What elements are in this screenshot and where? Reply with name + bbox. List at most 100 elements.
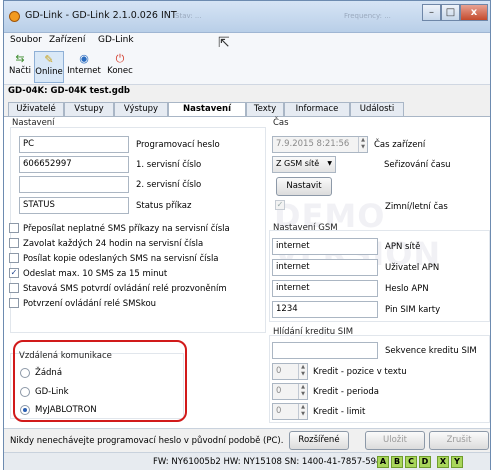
menu-soubor[interactable]: Soubor <box>10 35 42 45</box>
app-window: GD-Link - GD-Link 2.1.0.026 INT Stav: ..… <box>3 0 491 470</box>
checkbox-label: Stavová SMS potvrdí ovládání relé prozvo… <box>23 284 227 294</box>
checkbox-box[interactable] <box>9 298 19 308</box>
checkbox-box[interactable] <box>9 238 19 248</box>
time-sync-value: Z GSM sítě <box>276 159 320 168</box>
checkbox-relay-confirm-sms[interactable]: Potvrzení ovládání relé SMSkou <box>4 298 259 311</box>
indicator-y: Y <box>451 456 463 468</box>
password-warning: Nikdy nenechávejte programovací heslo v … <box>10 436 284 446</box>
spinner-icon[interactable]: ▲ ▼ <box>298 404 307 419</box>
sim-pin-field[interactable]: 1234 <box>272 301 378 318</box>
time-sync-select[interactable]: Z GSM sítě ▼ <box>272 156 336 173</box>
checkbox-box[interactable] <box>9 223 19 233</box>
dst-checkbox: ✓ <box>275 200 285 210</box>
apn-user-label: Uživatel APN <box>385 263 440 273</box>
indicator-x: X <box>437 456 449 468</box>
credit-group-title: Hlídání kreditu SIM <box>273 327 354 337</box>
status-command-field[interactable]: STATUS <box>19 197 129 214</box>
online-icon: ✎ <box>44 53 54 66</box>
background-window-text: Stav: ... <box>175 12 202 20</box>
apn-field[interactable]: internet <box>272 238 378 255</box>
time-sync-label: Seřizování času <box>384 160 451 170</box>
device-info: GD-04K: GD-04K test.gdb <box>4 85 490 99</box>
credit-sequence-field[interactable] <box>272 342 378 359</box>
exit-icon: ⏻ <box>115 52 125 65</box>
settings-group-title: Nastavení <box>12 118 55 128</box>
time-group-title: Čas <box>273 118 289 128</box>
checkbox-label: Potvrzení ovládání relé SMSkou <box>23 299 157 309</box>
checkbox-label: Posílat kopie odeslaných SMS na servisní… <box>23 254 219 264</box>
password-label: Programovací heslo <box>136 140 220 150</box>
tab-texty[interactable]: Texty <box>246 102 284 116</box>
load-label: Načti <box>9 66 31 76</box>
apn-password-label: Heslo APN <box>385 284 429 294</box>
footer-bar: Nikdy nenechávejte programovací heslo v … <box>4 428 490 452</box>
service-number-1-field[interactable]: 606652997 <box>19 156 129 173</box>
device-time-label: Čas zařízení <box>374 140 426 150</box>
checkbox-label: Zavolat každých 24 hodin na servisní čís… <box>23 239 204 249</box>
spinner-icon[interactable]: ▲ ▼ <box>298 364 307 379</box>
checkbox-box[interactable] <box>9 283 19 293</box>
chevron-down-icon: ▼ <box>327 160 332 167</box>
checkbox-label: Odeslat max. 10 SMS za 15 minut <box>23 269 168 279</box>
online-label: Online <box>35 67 63 77</box>
title-bar[interactable]: GD-Link - GD-Link 2.1.0.026 INT Stav: ..… <box>4 1 490 33</box>
load-button[interactable]: ⇆ Načti <box>8 51 32 83</box>
indicator-b: B <box>391 456 403 468</box>
gsm-group-title: Nastavení GSM <box>273 223 338 233</box>
toolbar: ⇆ Načti ✎ Online ◉ Internet ⏻ Konec <box>4 49 490 85</box>
tab-informace[interactable]: Informace <box>284 102 350 116</box>
tab-uzivatele[interactable]: Uživatelé <box>8 102 64 116</box>
close-button[interactable]: x <box>460 4 488 21</box>
checkbox-copy-sent-sms[interactable]: Posílat kopie odeslaných SMS na servisní… <box>4 253 259 266</box>
spinner-icon: ▲ ▼ <box>358 137 367 152</box>
menu-gd-link[interactable]: GD-Link <box>98 35 134 45</box>
save-button[interactable]: Uložit <box>365 431 425 450</box>
sim-pin-label: Pin SIM karty <box>385 305 441 315</box>
internet-label: Internet <box>67 66 101 76</box>
tab-udalosti[interactable]: Události <box>350 102 404 116</box>
checkbox-call-24h[interactable]: Zavolat každých 24 hodin na servisní čís… <box>4 238 259 251</box>
highlight-annotation <box>13 340 187 422</box>
exit-button[interactable]: ⏻ Konec <box>104 51 136 83</box>
window-title: GD-Link - GD-Link 2.1.0.026 INT <box>25 10 177 21</box>
tab-bar: Uživatelé Vstupy Výstupy Nastavení Texty… <box>4 102 490 117</box>
indicator-a: A <box>377 456 389 468</box>
online-button[interactable]: ✎ Online <box>34 51 64 83</box>
maximize-button[interactable]: □ <box>441 4 460 21</box>
set-time-button[interactable]: Nastavit <box>276 177 332 196</box>
checkbox-label: Přeposílat neplatné SMS příkazy na servi… <box>23 224 230 234</box>
menu-zarizeni[interactable]: Zařízení <box>49 35 85 45</box>
apn-password-field[interactable]: internet <box>272 280 378 297</box>
internet-button[interactable]: ◉ Internet <box>66 51 102 83</box>
cancel-button[interactable]: Zrušit <box>429 431 489 450</box>
menu-bar: Soubor Zařízení GD-Link <box>4 33 490 49</box>
service-number-1-label: 1. servisní číslo <box>136 160 202 170</box>
checkbox-forward-invalid-sms[interactable]: Přeposílat neplatné SMS příkazy na servi… <box>4 223 259 236</box>
checkbox-max-10-sms[interactable]: ✓ Odeslat max. 10 SMS za 15 minut <box>4 268 259 281</box>
dst-label: Zimní/letní čas <box>385 202 448 212</box>
credit-period-label: Kredit - perioda <box>313 387 379 397</box>
checkbox-status-sms-relay[interactable]: Stavová SMS potvrdí ovládání relé prozvo… <box>4 283 259 296</box>
credit-position-label: Kredit - pozice v textu <box>313 367 407 377</box>
tab-vystupy[interactable]: Výstupy <box>114 102 168 116</box>
apn-user-field[interactable]: internet <box>272 259 378 276</box>
checkbox-box[interactable] <box>9 253 19 263</box>
service-number-2-field[interactable] <box>19 176 129 193</box>
spinner-icon[interactable]: ▲ ▼ <box>298 384 307 399</box>
load-icon: ⇆ <box>15 52 25 65</box>
device-time-field: 7.9.2015 8:21:56 <box>272 136 368 153</box>
background-window-text: Frequency: ... <box>344 12 391 20</box>
service-number-2-label: 2. servisní číslo <box>136 180 202 190</box>
checkmark-icon[interactable]: ✓ <box>9 268 19 278</box>
credit-sequence-label: Sekvence kreditu SIM <box>385 346 477 356</box>
advanced-button[interactable]: Rozšířené <box>289 431 349 450</box>
minimize-button[interactable]: – <box>422 4 441 21</box>
tab-nastaveni[interactable]: Nastavení <box>168 102 246 117</box>
apn-label: APN sítě <box>385 242 421 252</box>
internet-icon: ◉ <box>79 52 89 65</box>
indicator-c: C <box>405 456 417 468</box>
status-bar: FW: NY61005b2 HW: NY15108 SN: 1400-41-78… <box>4 452 490 470</box>
tab-vstupy[interactable]: Vstupy <box>64 102 114 116</box>
password-field[interactable]: PC <box>19 136 129 153</box>
status-command-label: Status příkaz <box>136 201 192 211</box>
